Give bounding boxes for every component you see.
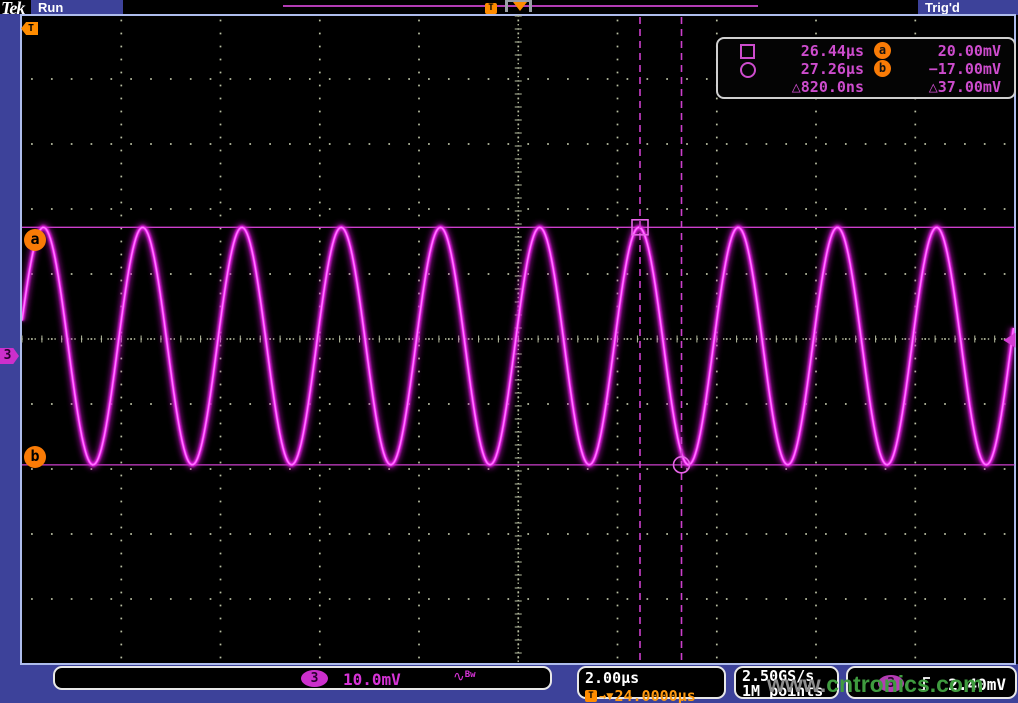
delta-time: △820.0ns	[764, 78, 864, 96]
cursor2-circle-icon	[740, 62, 756, 78]
cursor-b-badge-icon: b	[874, 60, 891, 77]
watermark: www.cntronics.com	[767, 671, 983, 698]
trigger-status: Trig'd	[925, 0, 960, 15]
cursor2-time: 27.26µs	[764, 60, 864, 78]
acquisition-status-bar: Run	[31, 0, 123, 15]
horizontal-scale: 2.00µs	[585, 669, 724, 687]
channel3-coupling-icon: ∿Bw	[453, 669, 476, 685]
trigger-status-bar: Trig'd	[918, 0, 1018, 15]
cursor-a-badge-icon: a	[874, 42, 891, 59]
cursor1-voltage: 20.00mV	[904, 42, 1014, 60]
record-trigger-t-icon: T	[485, 3, 497, 14]
horizontal-delay-arrow-icon: →▼	[599, 689, 613, 703]
left-margin-strip	[0, 14, 20, 664]
record-window-arrow-icon	[513, 2, 527, 11]
cursor2-voltage: −17.00mV	[904, 60, 1014, 78]
channel3-scale: 10.0mV	[343, 670, 401, 689]
horizontal-settings-box[interactable]: 2.00µs T →▼ 24.0000µs	[577, 666, 726, 699]
oscilloscope-screen: Tek Run Trig'd T	[0, 0, 1018, 703]
delta-voltage: △37.00mV	[904, 78, 1014, 96]
cursor-b-marker[interactable]: b	[24, 446, 46, 468]
graticule	[20, 14, 1016, 665]
cursor1-square-icon	[740, 44, 755, 59]
acquisition-status: Run	[38, 0, 63, 15]
channel3-badge: 3	[301, 670, 328, 687]
cursor-readout-box: 26.44µs a 20.00mV 27.26µs b −17.00mV △82…	[716, 37, 1016, 99]
channel3-settings-box[interactable]: 3 10.0mV ∿Bw	[53, 666, 552, 690]
cursor-a-marker[interactable]: a	[24, 229, 46, 251]
horizontal-position: 24.0000µs	[614, 687, 695, 703]
cursor1-time: 26.44µs	[764, 42, 864, 60]
horizontal-trigger-t-icon: T	[585, 690, 597, 702]
